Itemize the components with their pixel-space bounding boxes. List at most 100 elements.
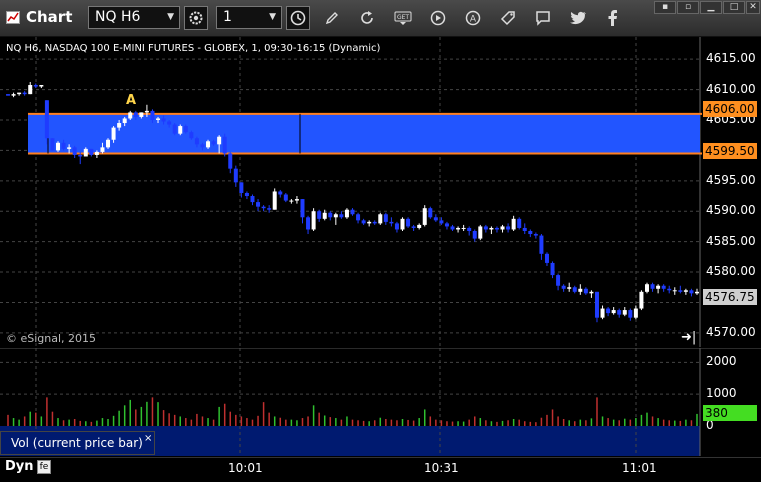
price-tick-label: 4615.00 bbox=[706, 51, 756, 66]
candle-body bbox=[528, 230, 533, 235]
chevron-down-icon[interactable]: ▼ bbox=[269, 7, 276, 28]
facebook-button[interactable] bbox=[600, 6, 624, 30]
candle-body bbox=[178, 126, 183, 134]
candle-body bbox=[17, 92, 22, 95]
lock-icon[interactable]: fe bbox=[37, 460, 51, 474]
get-icon: GET bbox=[394, 11, 412, 25]
play-icon bbox=[430, 10, 446, 26]
tag-button[interactable] bbox=[496, 6, 520, 30]
candle-body bbox=[94, 151, 99, 155]
pin-icon: ▪ bbox=[661, 2, 669, 12]
close-button[interactable]: ✕ bbox=[746, 1, 760, 14]
play-button[interactable] bbox=[426, 6, 450, 30]
candle-body bbox=[256, 202, 261, 207]
maximize-button[interactable]: □ bbox=[723, 1, 745, 14]
message-button[interactable] bbox=[531, 6, 555, 30]
candle-body bbox=[122, 118, 127, 124]
app-title: Chart bbox=[26, 8, 73, 26]
twitter-button[interactable] bbox=[566, 6, 590, 30]
candle-body bbox=[583, 288, 588, 294]
time-template-button[interactable] bbox=[286, 6, 310, 30]
candle-body bbox=[267, 208, 272, 210]
volume-study-label[interactable]: Vol (current price bar) bbox=[0, 431, 155, 455]
candle-body bbox=[533, 234, 538, 236]
candle-body bbox=[417, 224, 422, 228]
candle-body bbox=[661, 285, 666, 289]
candle-body bbox=[117, 123, 122, 128]
price-tick-label: 4570.00 bbox=[706, 324, 756, 339]
candle-body bbox=[56, 142, 61, 151]
annotation-label[interactable]: A bbox=[126, 93, 136, 108]
candle-body bbox=[667, 288, 672, 291]
alert-icon: A bbox=[465, 10, 481, 26]
clock-icon bbox=[290, 10, 306, 26]
goto-latest-button[interactable]: ➜| bbox=[681, 330, 696, 345]
candle-body bbox=[194, 138, 199, 145]
settings-button[interactable] bbox=[184, 6, 208, 30]
candle-body bbox=[222, 136, 227, 154]
candle-body bbox=[444, 223, 449, 227]
candle-body bbox=[411, 226, 416, 228]
candle-body bbox=[628, 310, 633, 318]
volume-tick-label: 1000 bbox=[706, 386, 737, 401]
interval-input[interactable]: 1 ▼ bbox=[216, 6, 282, 29]
candle-body bbox=[61, 142, 66, 149]
candle-body bbox=[633, 308, 638, 318]
candle-body bbox=[378, 214, 383, 224]
candle-body bbox=[78, 154, 83, 157]
get-button[interactable]: GET bbox=[391, 6, 415, 30]
tag-icon bbox=[500, 11, 515, 26]
price-tick-label: 4590.00 bbox=[706, 203, 756, 218]
close-icon[interactable]: × bbox=[144, 433, 152, 444]
candle-body bbox=[428, 208, 433, 218]
candle-body bbox=[100, 147, 105, 152]
candle-body bbox=[161, 118, 166, 122]
candle-body bbox=[83, 148, 88, 157]
candle-body bbox=[278, 191, 283, 195]
candle-body bbox=[556, 275, 561, 286]
symbol-input[interactable]: NQ H6 ▼ bbox=[88, 6, 180, 29]
last-price-tag: 4576.75 bbox=[703, 289, 757, 305]
price-chart[interactable] bbox=[0, 37, 761, 347]
candle-body bbox=[578, 288, 583, 292]
volume-tick-label: 2000 bbox=[706, 354, 737, 369]
minimize-button[interactable]: ▁ bbox=[700, 1, 722, 14]
candle-body bbox=[483, 226, 488, 230]
candle-body bbox=[67, 147, 72, 149]
candle-body bbox=[567, 287, 572, 289]
minimize-icon: ▁ bbox=[707, 2, 715, 12]
draw-tool-button[interactable] bbox=[320, 6, 344, 30]
candle-body bbox=[289, 200, 294, 202]
candle-body bbox=[233, 168, 238, 183]
candle-body bbox=[506, 226, 511, 230]
candle-body bbox=[339, 214, 344, 218]
volume-tag: 380 bbox=[703, 405, 757, 421]
time-tick-label: 10:01 bbox=[228, 461, 263, 475]
candle-body bbox=[544, 253, 549, 263]
candle-body bbox=[539, 235, 544, 254]
message-icon bbox=[536, 11, 550, 26]
candle-body bbox=[128, 112, 133, 119]
restore-button[interactable]: ▫ bbox=[677, 1, 699, 14]
candle-body bbox=[250, 196, 255, 203]
candle-body bbox=[33, 85, 38, 87]
candle-body bbox=[383, 214, 388, 222]
alert-button[interactable]: A bbox=[461, 6, 485, 30]
pin-button[interactable]: ▪ bbox=[654, 1, 676, 14]
plot-background bbox=[0, 37, 761, 347]
candle-body bbox=[472, 230, 477, 239]
dynamic-mode-label[interactable]: Dyn bbox=[5, 459, 34, 474]
candle-body bbox=[639, 291, 644, 309]
candle-body bbox=[156, 118, 161, 120]
candle-body bbox=[611, 310, 616, 314]
candle-body bbox=[294, 199, 299, 201]
candle-body bbox=[394, 223, 399, 230]
candle-body bbox=[500, 226, 505, 230]
chevron-down-icon[interactable]: ▼ bbox=[167, 7, 174, 28]
candle-body bbox=[517, 218, 522, 228]
candle-body bbox=[328, 212, 333, 218]
refresh-button[interactable] bbox=[355, 6, 379, 30]
maximize-icon: □ bbox=[729, 2, 739, 12]
candle-body bbox=[489, 227, 494, 230]
candle-body bbox=[39, 85, 44, 87]
